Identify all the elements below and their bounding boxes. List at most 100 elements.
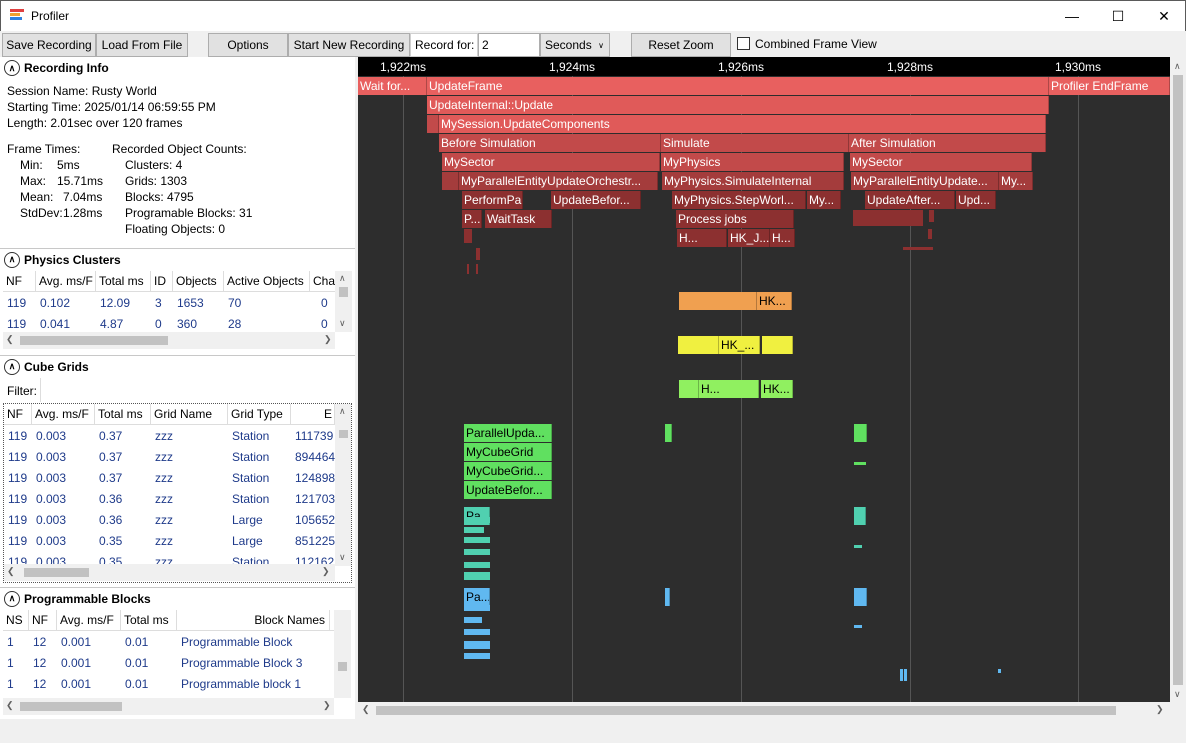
profiler-block[interactable] [854,507,866,525]
scroll-left-icon[interactable]: ❮ [7,566,15,577]
scroll-thumb[interactable] [24,568,89,577]
collapse-icon[interactable]: ∧ [4,358,20,375]
scroll-thumb[interactable] [1173,75,1183,685]
profiler-block[interactable]: H... [770,229,795,247]
column-header[interactable]: Total ms [121,610,177,631]
scroll-left-icon[interactable]: ❮ [6,334,14,345]
profiler-block[interactable]: P... [462,210,482,228]
save-recording-button[interactable]: Save Recording [2,33,96,57]
scroll-down-icon[interactable]: ∨ [1174,689,1181,700]
table-row[interactable]: 119 0.003 0.37 zzz Station 111739 [4,425,335,446]
horizontal-scrollbar[interactable]: ❮ ❯ [3,698,334,715]
filter-input[interactable] [40,378,352,402]
column-header[interactable]: ID [151,271,173,292]
column-header[interactable]: Active Objects [224,271,310,292]
column-header[interactable]: NS [3,610,29,631]
scroll-right-icon[interactable]: ❯ [1156,704,1164,715]
profiler-block[interactable]: HK_J... [728,229,770,247]
horizontal-scrollbar[interactable]: ❮ ❯ [4,564,335,581]
profiler-block[interactable] [442,172,459,190]
scroll-thumb[interactable] [338,662,347,671]
profiler-block[interactable]: Pa... [464,588,490,606]
profiler-block[interactable] [854,424,867,442]
vertical-scrollbar[interactable] [334,610,351,698]
profiler-block[interactable]: After Simulation [849,134,1046,152]
profiler-block[interactable]: HK... [757,292,792,310]
profiler-block[interactable]: HK... [761,380,793,398]
scroll-up-icon[interactable]: ∧ [339,273,346,284]
scroll-thumb[interactable] [339,287,348,297]
combined-frame-view-checkbox[interactable] [737,37,750,50]
profiler-block[interactable]: UpdateFrame [427,77,1049,95]
scroll-thumb[interactable] [339,430,348,438]
profiler-block[interactable] [678,336,719,354]
profiler-block[interactable]: MyParallelEntityUpdate... [851,172,999,190]
table-row[interactable]: 119 0.102 12.09 3 1653 70 0 [3,292,336,313]
timeline-vertical-scrollbar[interactable]: ∧ ∨ [1170,57,1186,702]
profiler-block[interactable]: UpdateInternal::Update [427,96,1049,114]
scroll-right-icon[interactable]: ❯ [323,700,331,711]
profiler-block[interactable] [665,424,672,442]
profiler-block[interactable]: MySession.UpdateComponents [439,115,1046,133]
profiler-block[interactable]: MyPhysics.StepWorl... [672,191,806,209]
profiler-block[interactable]: UpdateBefor... [551,191,641,209]
profiler-block[interactable]: PerformParall... [462,191,523,209]
table-row[interactable]: 119 0.041 4.87 0 360 28 0 [3,313,336,334]
collapse-icon[interactable]: ∧ [4,60,20,76]
collapse-icon[interactable]: ∧ [4,251,20,268]
column-header[interactable]: NF [4,404,32,425]
scroll-right-icon[interactable]: ❯ [324,334,332,345]
profiler-block[interactable]: Upd... [956,191,996,209]
scroll-thumb[interactable] [20,702,122,711]
scroll-up-icon[interactable]: ∧ [1174,61,1181,72]
physics-clusters-header[interactable]: ∧ Physics Clusters [0,248,355,270]
start-new-recording-button[interactable]: Start New Recording [288,33,410,57]
vertical-scrollbar[interactable]: ∧ ∨ [335,404,351,566]
profiler-block[interactable] [665,588,670,606]
column-header[interactable]: Block Names [177,610,330,631]
table-row[interactable]: 119 0.003 0.36 zzz Large 105652 [4,509,335,530]
scroll-thumb[interactable] [376,706,1116,715]
close-button[interactable]: ✕ [1141,1,1186,31]
profiler-timeline[interactable]: 1,922ms 1,924ms 1,926ms 1,928ms 1,930ms … [358,57,1170,702]
profiler-block[interactable] [427,115,439,133]
table-row[interactable]: 1 12 0.001 0.01 Programmable block 1 [3,673,330,694]
scroll-left-icon[interactable]: ❮ [6,700,14,711]
profiler-block[interactable]: HK_... [719,336,760,354]
column-header[interactable]: NF [3,271,36,292]
column-header[interactable]: E [291,404,335,425]
profiler-block[interactable] [679,292,757,310]
profiler-block[interactable]: My... [807,191,841,209]
column-header[interactable]: Grid Name [151,404,228,425]
horizontal-scrollbar[interactable]: ❮ ❯ [3,332,335,349]
column-header[interactable]: Cha [310,271,336,292]
minimize-button[interactable]: — [1049,1,1095,31]
column-header[interactable]: Avg. ms/F [32,404,95,425]
scroll-up-icon[interactable]: ∧ [339,406,346,417]
profiler-block[interactable]: MyPhysics.SimulateInternal [662,172,844,190]
scroll-right-icon[interactable]: ❯ [322,566,330,577]
programmable-blocks-header[interactable]: ∧ Programmable Blocks [0,587,355,609]
load-from-file-button[interactable]: Load From File [96,33,188,57]
profiler-block[interactable]: MyParallelEntityUpdateOrchestr... [459,172,658,190]
vertical-scrollbar[interactable]: ∧ ∨ [335,271,352,332]
table-row[interactable]: 119 0.003 0.37 zzz Station 894464 [4,446,335,467]
table-row[interactable]: 1 12 0.001 0.01 Programmable Block [3,631,330,652]
collapse-icon[interactable]: ∧ [4,590,20,607]
profiler-block[interactable]: ParallelUpda... [464,424,552,442]
profiler-block[interactable]: UpdateAfter... [865,191,955,209]
profiler-block[interactable]: Simulate [661,134,849,152]
scroll-thumb[interactable] [20,336,168,345]
column-header[interactable]: Objects [173,271,224,292]
column-header[interactable]: NF [29,610,57,631]
cube-grids-header[interactable]: ∧ Cube Grids [0,355,355,377]
record-for-input[interactable]: 2 [478,33,540,57]
profiler-block[interactable] [679,380,699,398]
table-row[interactable]: 119 0.003 0.37 zzz Station 124898 [4,467,335,488]
timeline-horizontal-scrollbar[interactable]: ❮ ❯ [358,702,1170,719]
table-row[interactable]: 119 0.003 0.36 zzz Station 121703 [4,488,335,509]
profiler-block[interactable]: MyCubeGrid [464,443,552,461]
profiler-block[interactable]: Before Simulation [439,134,661,152]
profiler-block[interactable]: MyPhysics [661,153,844,171]
column-header[interactable]: Total ms [95,404,151,425]
